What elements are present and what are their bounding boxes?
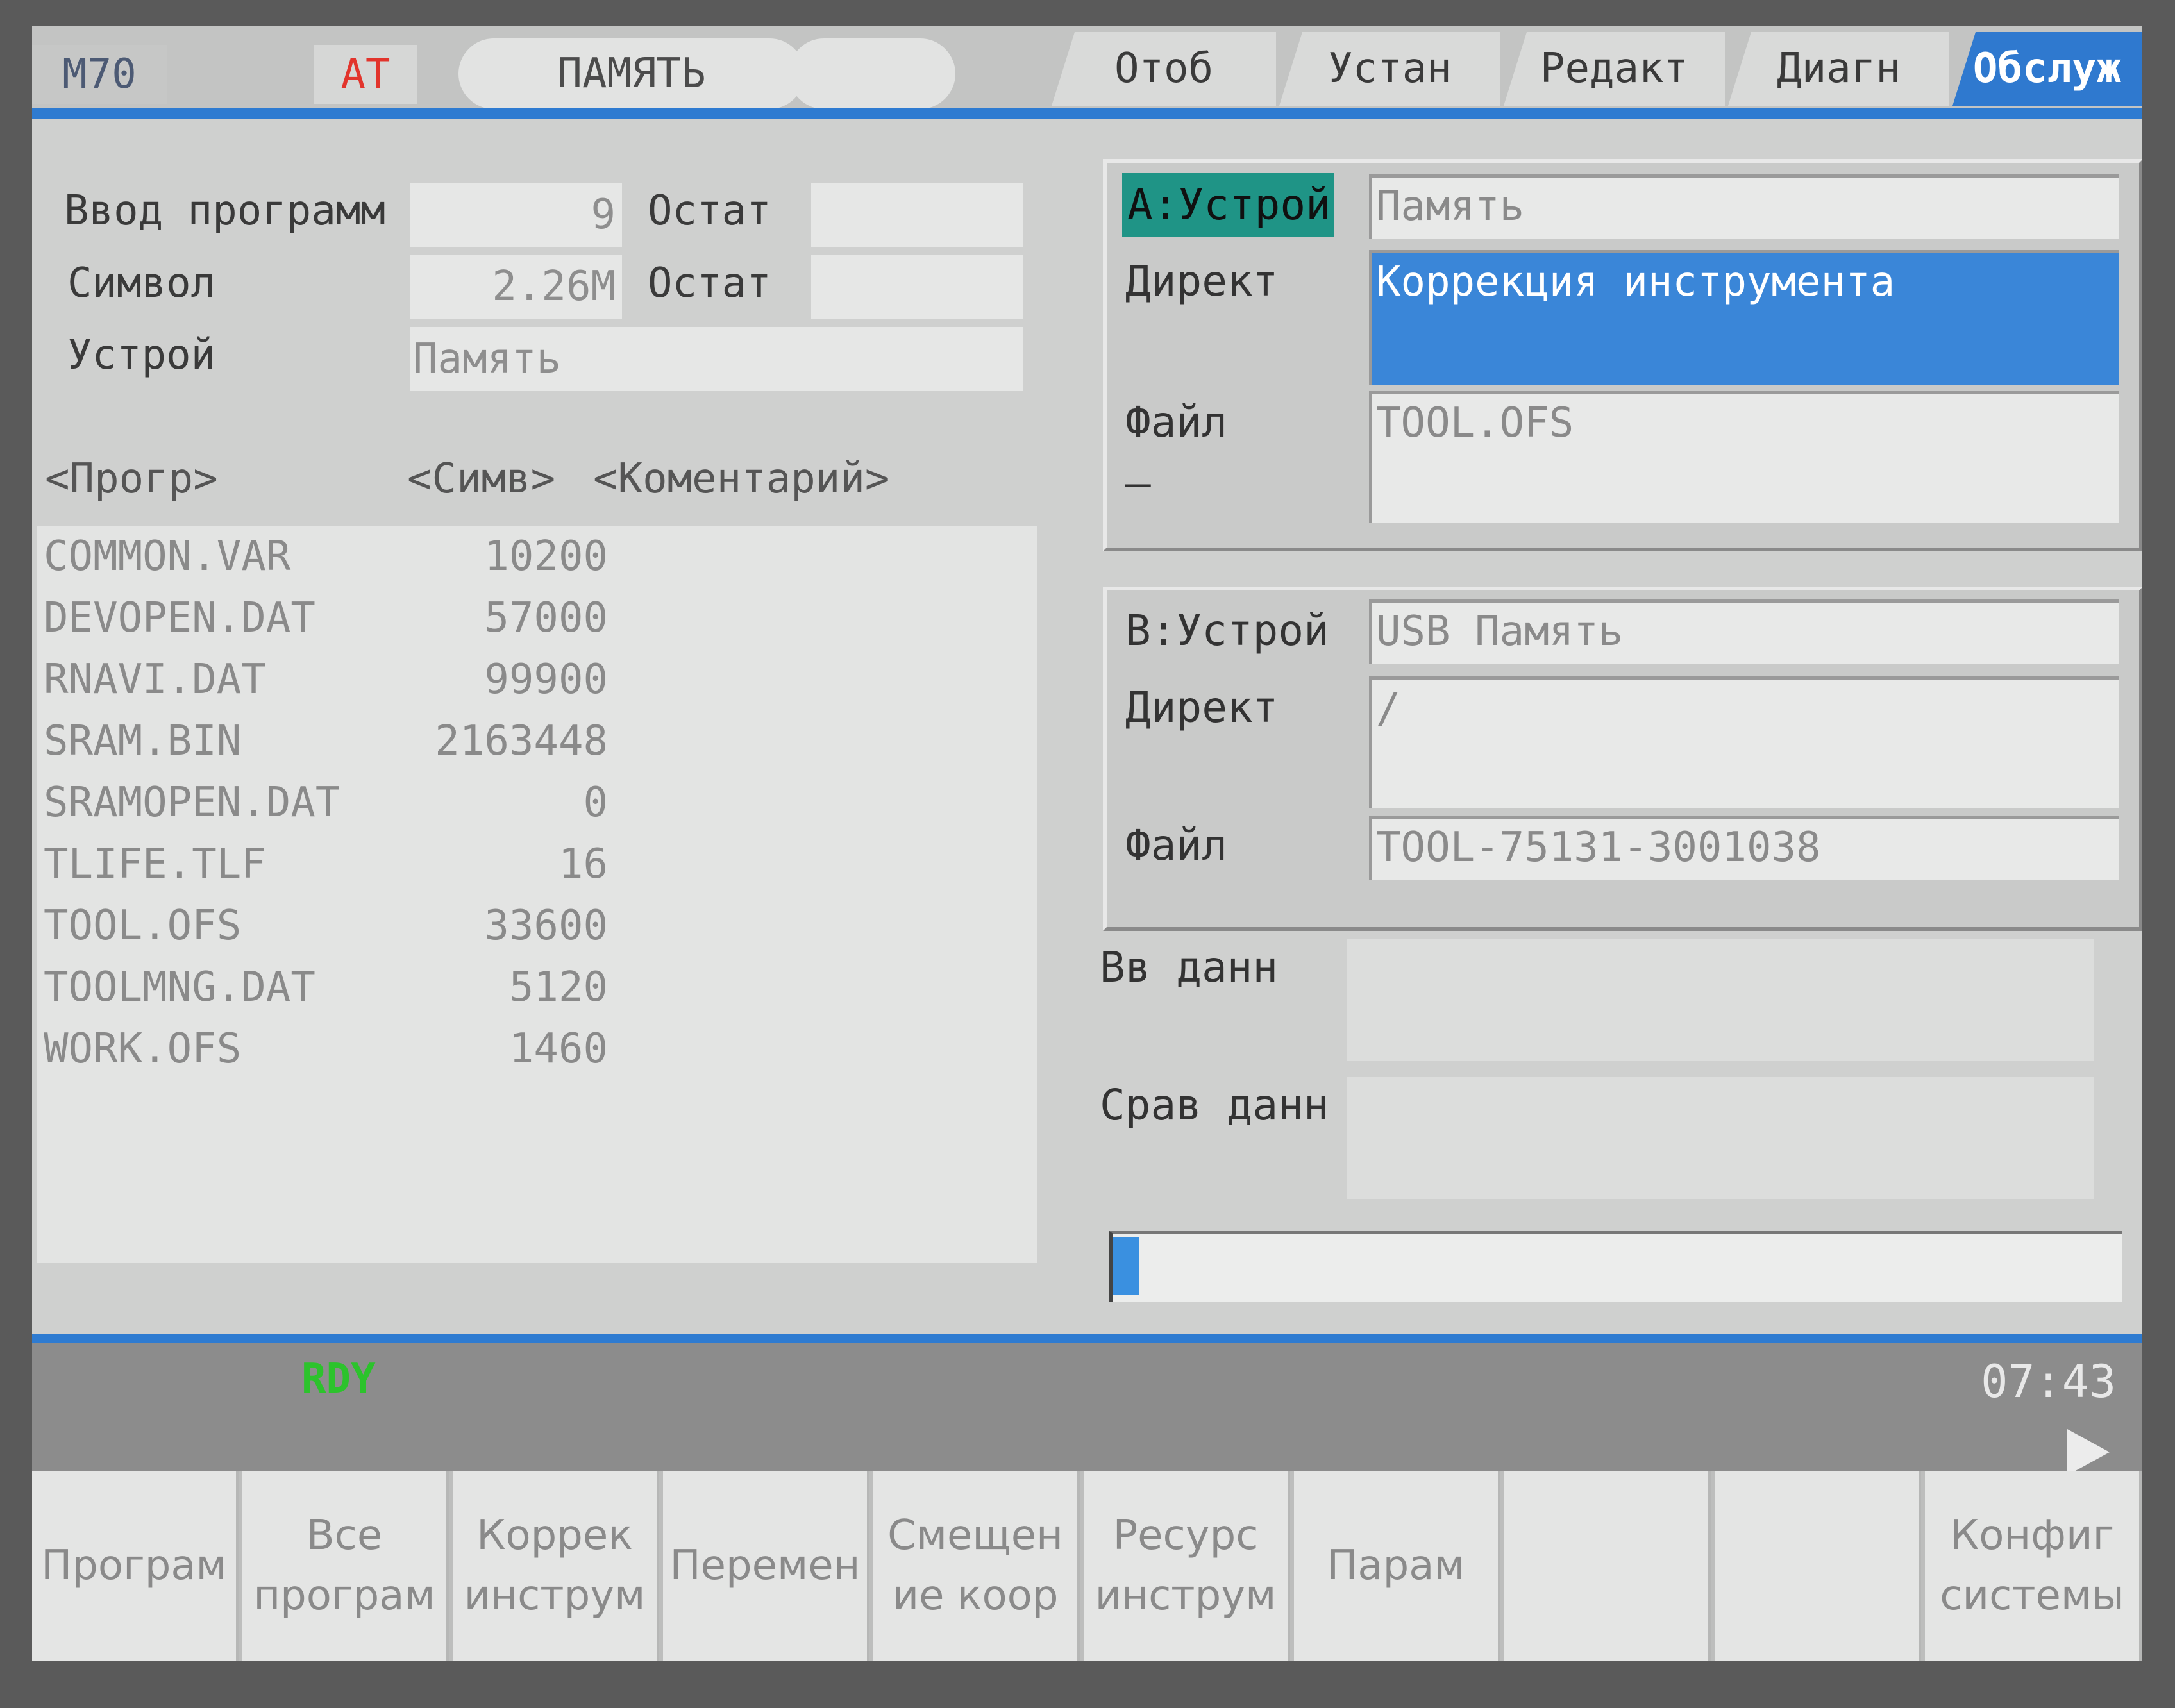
- alarm-indicator: AT: [314, 45, 417, 104]
- column-header-program: <Прогр>: [45, 455, 218, 503]
- tab-maintenance[interactable]: Обслуж: [1952, 32, 2142, 106]
- tab-display[interactable]: Отоб: [1052, 32, 1276, 106]
- remain-label-2: Остат: [648, 260, 771, 307]
- clock: 07:43: [1981, 1355, 2116, 1408]
- device-b-file-label: Файл: [1125, 821, 1227, 870]
- device-a-dir-field[interactable]: Коррекция инструмента: [1369, 250, 2119, 385]
- compare-data-label: Срав данн: [1100, 1080, 1329, 1130]
- softkey-work-offset[interactable]: Смещен ие коор: [873, 1471, 1080, 1661]
- chars-value: 2.26M: [410, 255, 622, 319]
- ready-indicator: RDY: [301, 1355, 376, 1403]
- device-a-file-label: Файл: [1125, 398, 1227, 447]
- chars-label: Символ: [67, 260, 216, 307]
- remain-label-1: Остат: [648, 187, 771, 235]
- softkey-tool-life[interactable]: Ресурс инструм: [1084, 1471, 1290, 1661]
- list-item[interactable]: SRAM.BIN 2163448: [44, 710, 608, 772]
- remain-value-2: [811, 255, 1023, 319]
- programs-value: 9: [410, 183, 622, 247]
- list-item[interactable]: TLIFE.TLF 16: [44, 833, 608, 895]
- device-b-dir-field[interactable]: /: [1369, 676, 2119, 808]
- input-data-label: Вв данн: [1100, 942, 1279, 992]
- file-size: 57000: [484, 594, 608, 642]
- next-page-arrow-icon[interactable]: [2067, 1429, 2110, 1475]
- device-b-file-field[interactable]: TOOL-75131-3001038: [1369, 816, 2119, 880]
- device-label: Устрой: [67, 331, 216, 379]
- softkey-bar: Програм Все програм Коррек инструм Перем…: [32, 1471, 2142, 1661]
- softkey-parameters[interactable]: Парам: [1294, 1471, 1500, 1661]
- tab-edit[interactable]: Редакт: [1504, 32, 1725, 106]
- file-name: SRAMOPEN.DAT: [44, 779, 340, 826]
- list-item[interactable]: WORK.OFS 1460: [44, 1018, 608, 1080]
- remain-value-1: [811, 183, 1023, 247]
- softkey-empty-2[interactable]: [1715, 1471, 1921, 1661]
- file-size: 16: [558, 841, 608, 888]
- list-item[interactable]: TOOL.OFS 33600: [44, 895, 608, 957]
- input-data-box: [1347, 939, 2094, 1061]
- file-size: 33600: [484, 902, 608, 950]
- column-header-size: <Симв>: [407, 455, 556, 503]
- tab-setup[interactable]: Устан: [1279, 32, 1500, 106]
- list-item[interactable]: RNAVI.DAT 99900: [44, 649, 608, 710]
- cnc-screen: M70 AT ПАМЯТЬ Отоб Устан Редакт Диагн Об…: [32, 26, 2142, 1661]
- header-divider: [32, 108, 2142, 119]
- list-item[interactable]: TOOLMNG.DAT 5120: [44, 957, 608, 1018]
- file-name: TLIFE.TLF: [44, 841, 266, 888]
- list-item[interactable]: DEVOPEN.DAT 57000: [44, 587, 608, 649]
- softkey-programs[interactable]: Програм: [32, 1471, 239, 1661]
- mode-indicator-blank: [789, 38, 955, 109]
- file-size: 5120: [508, 964, 608, 1011]
- model-indicator: M70: [32, 45, 167, 104]
- file-size: 0: [583, 779, 608, 826]
- file-size: 10200: [484, 533, 608, 580]
- file-size: 1460: [508, 1025, 608, 1073]
- file-size: 99900: [484, 656, 608, 703]
- softkey-variables[interactable]: Перемен: [663, 1471, 869, 1661]
- status-bar: RDY 07:43: [32, 1343, 2142, 1475]
- file-name: SRAM.BIN: [44, 717, 242, 765]
- file-name: RNAVI.DAT: [44, 656, 266, 703]
- device-value: Память: [410, 327, 1023, 391]
- top-bar: M70 AT ПАМЯТЬ Отоб Устан Редакт Диагн Об…: [32, 26, 2142, 109]
- device-b-dir-label: Директ: [1125, 683, 1279, 732]
- device-a-field[interactable]: Память: [1369, 174, 2119, 239]
- softkey-tool-offset[interactable]: Коррек инструм: [453, 1471, 659, 1661]
- softkey-empty-1[interactable]: [1504, 1471, 1711, 1661]
- file-name: TOOL.OFS: [44, 902, 242, 950]
- progress-bar: [1109, 1231, 2122, 1302]
- file-name: TOOLMNG.DAT: [44, 964, 315, 1011]
- device-b-field[interactable]: USB Память: [1369, 599, 2119, 664]
- device-a-dir-label: Директ: [1125, 256, 1279, 306]
- device-a-label[interactable]: А:Устрой: [1122, 173, 1334, 237]
- list-item[interactable]: COMMON.VAR 10200: [44, 526, 608, 587]
- file-name: COMMON.VAR: [44, 533, 291, 580]
- device-a-dash: –: [1125, 458, 1151, 508]
- progress-fill: [1113, 1237, 1139, 1295]
- program-list[interactable]: COMMON.VAR 10200 DEVOPEN.DAT 57000 RNAVI…: [37, 526, 1037, 1263]
- softkey-all-programs[interactable]: Все програм: [242, 1471, 449, 1661]
- mode-indicator: ПАМЯТЬ: [458, 38, 805, 109]
- device-a-file-field[interactable]: TOOL.OFS: [1369, 391, 2119, 523]
- tab-diagnosis[interactable]: Диагн: [1728, 32, 1949, 106]
- softkey-system-config[interactable]: Конфиг системы: [1925, 1471, 2142, 1661]
- list-item[interactable]: SRAMOPEN.DAT 0: [44, 772, 608, 833]
- file-name: DEVOPEN.DAT: [44, 594, 315, 642]
- column-header-comment: <Коментарий>: [593, 455, 890, 503]
- status-divider: [32, 1334, 2142, 1343]
- compare-data-box: [1347, 1077, 2094, 1199]
- file-name: WORK.OFS: [44, 1025, 242, 1073]
- device-b-label[interactable]: В:Устрой: [1125, 606, 1329, 655]
- programs-label: Ввод программ: [64, 187, 385, 235]
- file-size: 2163448: [435, 717, 608, 765]
